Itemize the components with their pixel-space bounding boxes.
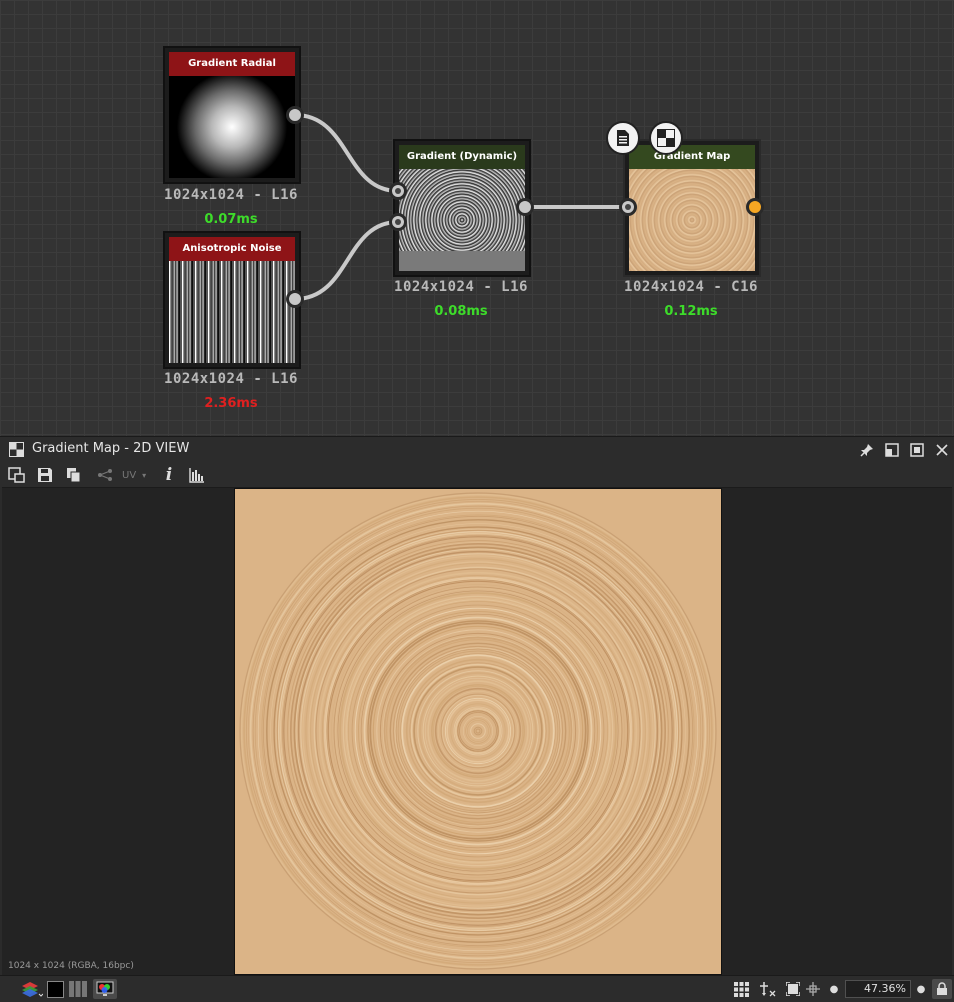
float-window-icon[interactable] [885,442,899,461]
view-toolbar: UV ▾ i [0,462,954,487]
black-background-toggle[interactable] [46,979,64,999]
color-display-icon[interactable] [93,979,117,999]
node-resolution: 1024x1024 - L16 [394,279,528,295]
node-title: Anisotropic Noise [169,237,295,261]
split-view-icon[interactable] [68,979,88,999]
histogram-icon[interactable] [187,465,207,485]
uv-label: UV [122,469,137,481]
node-gradient-map[interactable]: Gradient Map [623,139,761,277]
node-gradient-radial[interactable]: Gradient Radial [163,46,301,184]
pin-icon[interactable] [860,442,874,461]
grid-icon[interactable] [732,979,750,999]
wire-radial-to-dynamic [294,113,399,193]
input-port[interactable] [389,213,407,231]
checker-icon[interactable] [649,121,683,155]
node-time: 0.07ms [204,212,258,227]
output-port[interactable] [516,198,534,216]
image-viewport[interactable]: 1024 x 1024 (RGBA, 16bpc) [2,487,952,976]
pixel-inspect-icon[interactable] [758,979,778,999]
info-icon[interactable]: i [159,465,179,485]
node-time: 0.08ms [434,304,488,319]
panel-title: Gradient Map - 2D VIEW [32,441,190,456]
wood-rings-texture [239,492,717,970]
node-resolution: 1024x1024 - L16 [164,371,298,387]
node-time: 2.36ms [204,396,258,411]
node-resolution: 1024x1024 - L16 [164,187,298,203]
node-title: Gradient Map [629,145,755,169]
node-anisotropic-noise[interactable]: Anisotropic Noise [163,231,301,369]
node-thumbnail [629,169,755,271]
node-title: Gradient Radial [169,52,295,76]
panel-header: Gradient Map - 2D VIEW [0,436,954,462]
output-port[interactable] [286,106,304,124]
output-port[interactable] [286,290,304,308]
image-info: 1024 x 1024 (RGBA, 16bpc) [8,961,134,971]
document-icon[interactable] [606,121,640,155]
chevron-down-icon: ▾ [142,470,147,480]
center-view-icon[interactable] [804,979,822,999]
zoom-level-field[interactable]: 47.36% [845,980,911,998]
input-port[interactable] [619,198,637,216]
zoom-in-icon[interactable]: ● [916,979,926,999]
save-icon[interactable] [35,465,55,485]
fit-view-icon[interactable] [784,979,802,999]
maximize-icon[interactable] [910,442,924,461]
rendered-image [234,488,722,975]
copy-icon[interactable] [64,465,84,485]
node-gradient-dynamic[interactable]: Gradient (Dynamic) [393,139,531,277]
zoom-out-icon[interactable]: ● [829,979,839,999]
node-time: 0.12ms [664,304,718,319]
status-bar: ● 47.36% ● [0,975,954,1002]
close-icon[interactable] [935,442,949,461]
share-icon[interactable] [95,465,115,485]
node-thumbnail [169,76,295,178]
layers-icon[interactable] [20,979,44,999]
node-resolution: 1024x1024 - C16 [624,279,758,295]
view-options-icon[interactable] [7,465,27,485]
output-port[interactable] [746,198,764,216]
node-title: Gradient (Dynamic) [399,145,525,169]
input-port[interactable] [389,182,407,200]
uv-dropdown[interactable]: UV ▾ [122,465,156,485]
node-thumbnail [169,261,295,363]
node-thumbnail [399,169,525,271]
node-graph[interactable]: Gradient Radial 1024x1024 - L16 0.07ms A… [0,0,954,436]
lock-icon[interactable] [932,979,952,999]
checker-icon [9,442,24,461]
